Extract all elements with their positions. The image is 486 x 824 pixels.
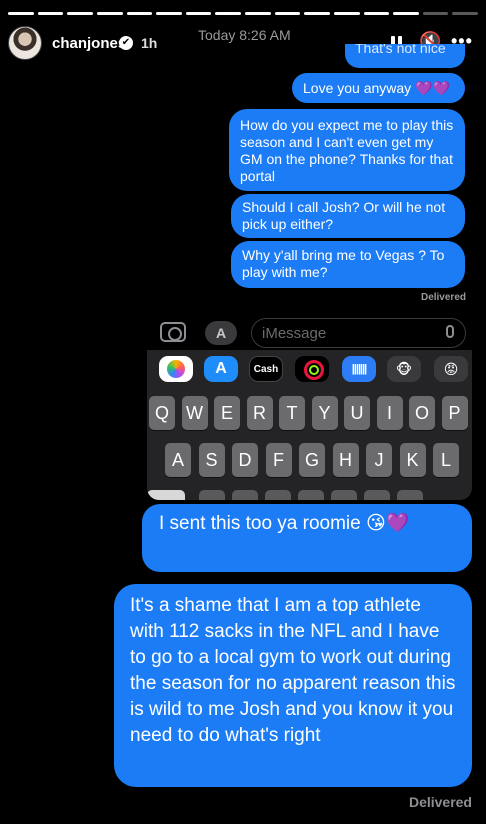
username[interactable]: chanjones [52,35,126,52]
key-v[interactable] [298,490,324,500]
key-y[interactable]: Y [311,396,338,430]
audio-message-app-icon[interactable]: ||||||| [342,356,376,382]
progress-segment [185,12,212,15]
message-text: I sent this too ya roomie 😘💜 [159,513,410,534]
key-b[interactable] [331,490,357,500]
imessage-input[interactable] [251,318,466,348]
key-m[interactable] [397,490,423,500]
message-bubble-cutoff: That's not nice [345,44,465,68]
delivered-status: Delivered [408,794,472,810]
app-store-app-icon[interactable]: A [204,356,238,382]
progress-segment [393,12,419,15]
progress-segment [126,12,153,15]
message-text: It's a shame that I am a top athlete wit… [130,595,456,746]
key-n[interactable] [364,490,390,500]
key-d[interactable]: D [232,443,258,477]
progress-segment [96,12,123,15]
message-bubble: Should I call Josh? Or will he not pick … [231,194,465,238]
post-time: 1h [141,35,158,51]
delivered-status: Delivered [420,292,466,303]
avatar[interactable] [8,26,42,60]
sticker-app-icon[interactable]: 😡 [434,356,468,382]
key-j[interactable]: J [366,443,392,477]
key-f[interactable]: F [265,443,292,477]
key-a[interactable]: A [165,443,191,477]
overlay-message-bubble: I sent this too ya roomie 😘💜 [142,504,472,572]
message-text: Love you anyway 💜💜 [303,80,450,96]
microphone-icon[interactable] [446,325,454,338]
overlay-message-bubble: It's a shame that I am a top athlete wit… [114,584,472,787]
key-r[interactable]: R [246,396,273,430]
progress-segment [363,12,390,15]
message-text: Should I call Josh? Or will he not pick … [242,199,446,232]
progress-segment [8,12,34,15]
key-p[interactable]: P [441,396,468,430]
progress-segment [156,12,182,15]
key-h[interactable]: H [332,443,359,477]
key-w[interactable]: W [181,396,208,430]
progress-segment [274,12,301,15]
key-c[interactable] [265,490,291,500]
camera-icon[interactable] [160,322,186,342]
message-bubble: Love you anyway 💜💜 [292,73,465,103]
key-q[interactable]: Q [149,396,175,430]
progress-segment [422,12,449,15]
key-g[interactable]: G [299,443,325,477]
progress-segment [452,12,478,15]
key-x[interactable] [232,490,258,500]
key-z[interactable] [199,490,225,500]
memoji-app-icon[interactable]: 🐵 [387,356,421,382]
app-store-icon[interactable]: A [205,321,237,345]
key-e[interactable]: E [214,396,240,430]
verified-badge-icon: ✔ [119,36,133,50]
imessage-apps-row: A Cash ||||||| 🐵 😡 [147,356,472,388]
key-k[interactable]: K [399,443,426,477]
progress-segment [333,12,360,15]
keyboard: A Cash ||||||| 🐵 😡 QWERTYUIOP ASDFGHJKL [147,350,472,500]
apple-cash-label: Cash [253,364,279,375]
photos-app-icon[interactable] [159,356,193,382]
fitness-app-icon[interactable] [295,356,329,382]
progress-segment [67,12,93,15]
apple-cash-app-icon[interactable]: Cash [249,356,283,382]
progress-segment [37,12,64,15]
message-bubble: Why y'all bring me to Vegas ? To play wi… [231,241,465,288]
message-text: Why y'all bring me to Vegas ? To play wi… [242,247,445,280]
key-l[interactable]: L [433,443,459,477]
message-text: That's not nice [355,44,446,56]
message-bubble: How do you expect me to play this season… [229,109,465,191]
key-i[interactable]: I [376,396,403,430]
key-s[interactable]: S [198,443,225,477]
progress-segment [215,12,241,15]
key-o[interactable]: O [409,396,435,430]
progress-segment [304,12,330,15]
progress-segment [245,12,271,15]
key-u[interactable]: U [344,396,370,430]
message-text: How do you expect me to play this season… [240,117,454,184]
key-t[interactable]: T [279,396,305,430]
shift-key[interactable] [147,490,185,500]
story-progress-bar [8,12,478,15]
message-timestamp: Today 8:26 AM [198,27,291,43]
